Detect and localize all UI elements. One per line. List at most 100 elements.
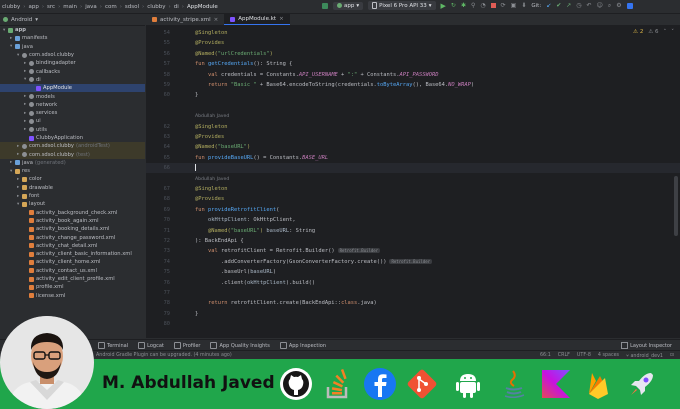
breadcrumb-item[interactable]: AppModule	[187, 4, 218, 10]
attach-icon[interactable]: ⚲	[471, 2, 475, 9]
line-number: 77	[163, 290, 170, 296]
inspection-widget[interactable]: ⚠ 2 ⚠ 6 ˄ ˅	[633, 29, 674, 35]
editor-tab[interactable]: AppModule.kt ×	[224, 14, 290, 25]
git-push-icon[interactable]: ↗	[566, 2, 571, 9]
tree-item[interactable]: activity_chat_detail.xml	[0, 242, 145, 250]
tree-item[interactable]: activity_book_again.xml	[0, 217, 145, 225]
tree-item[interactable]: ▸ font	[0, 192, 145, 200]
code-line: @Provides	[195, 196, 225, 203]
tree-item[interactable]: ▸ utils	[0, 126, 145, 134]
profile-icon[interactable]: ◔	[480, 2, 485, 9]
xml-file-icon	[29, 210, 34, 216]
tree-item[interactable]: activity_background_check.xml	[0, 209, 145, 217]
code-area[interactable]: @Singleton @Provides @Named("urlCredential…	[195, 26, 665, 338]
breadcrumb-item[interactable]: di	[174, 4, 179, 10]
vertical-scrollbar[interactable]	[674, 176, 678, 236]
breadcrumb-item[interactable]: app	[28, 4, 38, 10]
tree-item[interactable]: ClubbyApplication	[0, 134, 145, 142]
indent-setting[interactable]: 4 spaces	[598, 353, 619, 359]
breadcrumb-item[interactable]: sdsol	[125, 4, 139, 10]
project-view-dropdown[interactable]: Android	[11, 17, 32, 23]
tree-item[interactable]: activity_booking_details.xml	[0, 225, 145, 233]
line-separator[interactable]: CRLF	[558, 353, 570, 359]
chevron-up-icon[interactable]: ˄	[664, 29, 667, 35]
line-number: 65	[163, 154, 170, 161]
tree-item[interactable]: AppModule	[0, 84, 145, 93]
breadcrumb-item[interactable]: clubby	[2, 4, 20, 10]
tree-item[interactable]: ▸ bindingadapter	[0, 59, 145, 67]
tree-item[interactable]: ▸ services	[0, 109, 145, 117]
tree-item[interactable]: ▸ models	[0, 92, 145, 100]
device-dropdown[interactable]: Pixel 6 Pro API 33 ▾	[368, 1, 436, 10]
sdk-manager-icon[interactable]: ⬇	[521, 2, 526, 9]
debug-icon[interactable]: ✱	[461, 2, 466, 9]
lock-icon[interactable]: ⊡	[670, 353, 674, 359]
history-icon[interactable]: ◷	[576, 2, 581, 9]
tree-item[interactable]: activity_client_home.xml	[0, 258, 145, 266]
tree-item-label: bindingadapter	[36, 60, 76, 67]
tree-item[interactable]: ▾ java	[0, 43, 145, 51]
tree-item[interactable]: ▾ layout	[0, 200, 145, 208]
run-icon[interactable]: ▶	[441, 2, 446, 10]
tree-item[interactable]: ▸ com.sdsol.clubby (test)	[0, 150, 145, 159]
breadcrumb-item[interactable]: src	[47, 4, 55, 10]
tree-item[interactable]: activity_contact_us.xml	[0, 267, 145, 275]
kotlin-file-icon	[230, 16, 236, 22]
device-manager-icon[interactable]: ▣	[511, 2, 517, 9]
tool-window-button[interactable]: Terminal	[98, 342, 128, 349]
git-commit-icon[interactable]: ✔	[556, 2, 561, 9]
close-icon[interactable]: ×	[214, 17, 219, 23]
breadcrumb-item[interactable]: main	[63, 4, 77, 10]
tool-window-button[interactable]: App Inspection	[279, 342, 326, 349]
git-branch[interactable]: ⑂ android_dev1	[626, 353, 663, 359]
close-icon[interactable]: ×	[279, 16, 284, 22]
account-icon[interactable]: ☺	[597, 2, 603, 9]
tree-item[interactable]: activity_client_basic_information.xml	[0, 250, 145, 258]
line-number-gutter: 54 55 56 57 58 59 60 62 63 64 65 66 67 68 69 70 71 72 73 74…	[146, 26, 184, 338]
sync-icon[interactable]: ⟳	[501, 2, 506, 9]
tool-window-button[interactable]: App Quality Insights	[210, 342, 270, 349]
tree-item[interactable]: activity_edit_client_profile.xml	[0, 275, 145, 283]
project-tree: ▾ app ▸ manifests ▾ java ▾ com.sdsol.clubby ▸ bin…	[0, 26, 145, 339]
line-number: 64	[163, 144, 170, 151]
search-icon[interactable]: ⌕	[608, 2, 611, 10]
caret-position[interactable]: 66:1	[540, 353, 551, 359]
tool-window-button[interactable]: Profiler	[173, 342, 200, 349]
tree-item[interactable]: ▸ callbacks	[0, 67, 145, 75]
folder-icon	[22, 185, 27, 191]
tree-item[interactable]: ▸ color	[0, 175, 145, 183]
file-encoding[interactable]: UTF-8	[577, 353, 591, 359]
editor-tab[interactable]: activity_stripe.xml ×	[146, 14, 224, 25]
tree-item[interactable]: ▸ com.sdsol.clubby (androidTest)	[0, 142, 145, 151]
package-icon	[22, 152, 27, 158]
breadcrumb-item[interactable]: com	[105, 4, 117, 10]
tree-item[interactable]: ▾ di	[0, 76, 145, 84]
tree-item[interactable]: profile.xml	[0, 283, 145, 291]
chevron-down-icon[interactable]: ˅	[671, 29, 674, 35]
breadcrumb-item[interactable]: java	[85, 4, 97, 10]
tree-item[interactable]: ▸ network	[0, 101, 145, 109]
run-config-dropdown[interactable]: app ▾	[333, 1, 364, 10]
tree-item[interactable]: activity_change_password.xml	[0, 233, 145, 241]
tree-item[interactable]: ▾ com.sdsol.clubby	[0, 51, 145, 59]
tree-item-label: com.sdsol.clubby	[29, 52, 74, 59]
rerun-icon[interactable]: ↻	[451, 2, 456, 9]
tree-item[interactable]: ▸ drawable	[0, 184, 145, 192]
tree-item[interactable]: ▾ app	[0, 26, 145, 34]
tool-window-button[interactable]: Logcat	[138, 342, 164, 349]
breadcrumb-item[interactable]: clubby	[147, 4, 165, 10]
git-update-icon[interactable]: ↙	[546, 2, 551, 9]
tree-item[interactable]: ▸ manifests	[0, 34, 145, 42]
tree-item[interactable]: ▸ java (generated)	[0, 159, 145, 167]
tree-item[interactable]: ▸ ui	[0, 117, 145, 125]
code-editor[interactable]: 54 55 56 57 58 59 60 62 63 64 65 66 67 68 69 70 71 72 73 74…	[146, 26, 680, 338]
tree-item[interactable]: ▾ res	[0, 167, 145, 175]
hammer-icon[interactable]	[322, 2, 328, 9]
stop-icon[interactable]	[490, 3, 496, 8]
layout-inspector-button[interactable]: Layout Inspector	[621, 342, 672, 349]
settings-icon[interactable]: ⚙	[616, 2, 621, 9]
status-message[interactable]: Android Gradle Plugin can be upgraded. (…	[96, 353, 232, 358]
rollback-icon[interactable]: ↶	[587, 2, 592, 9]
tree-item[interactable]: license.xml	[0, 292, 145, 300]
chevron-down-icon[interactable]: ▾	[35, 17, 38, 23]
